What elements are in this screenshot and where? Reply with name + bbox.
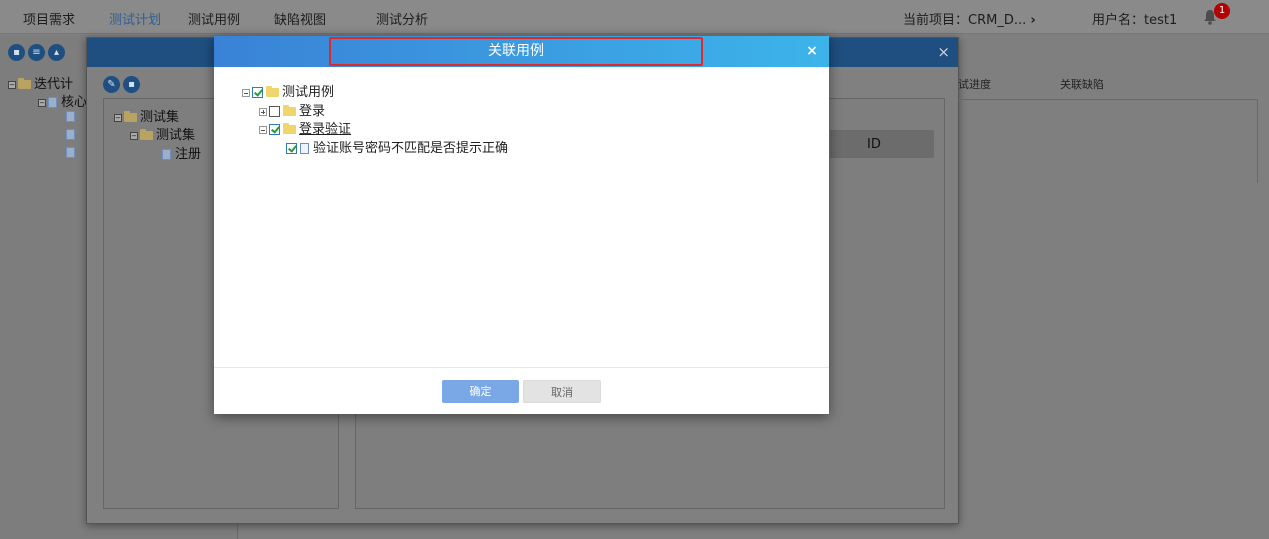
tree-node-label: 验证账号密码不匹配是否提示正确 bbox=[313, 141, 509, 156]
tree-node-label: 登录验证 bbox=[299, 122, 352, 137]
folder-icon bbox=[124, 111, 137, 122]
background-dialog-toolbar: ✎ ▪ bbox=[103, 76, 143, 93]
delete-icon[interactable]: ▪ bbox=[8, 44, 25, 61]
sidebar-tree-label: 核心 bbox=[61, 95, 88, 110]
current-project-label: 当前项目：CRM_D... bbox=[903, 13, 1027, 28]
chevron-right-icon: › bbox=[1030, 13, 1036, 28]
nav-item-analysis[interactable]: 测试分析 bbox=[376, 9, 428, 28]
modal-title: 关联用例 bbox=[329, 37, 703, 66]
tree-node-label: 登录 bbox=[299, 104, 326, 119]
collapse-icon[interactable]: − bbox=[38, 98, 46, 107]
bg-tree-label: 测试集 bbox=[140, 110, 180, 125]
folder-icon bbox=[266, 86, 279, 97]
checkbox-checked[interactable] bbox=[269, 124, 280, 135]
nav-item-requirements[interactable]: 项目需求 bbox=[23, 9, 75, 28]
tree-node-login-verify[interactable]: 登录验证 bbox=[259, 121, 351, 138]
top-navigation: 项目需求 测试计划 测试用例 缺陷视图 测试分析 当前项目：CRM_D... ›… bbox=[0, 0, 1269, 34]
sidebar-tree-item[interactable]: − 迭代计 bbox=[8, 73, 73, 92]
list-icon[interactable]: ≡ bbox=[28, 44, 45, 61]
document-icon bbox=[66, 147, 75, 158]
table-header-id: ID bbox=[830, 130, 934, 158]
tree-node-test-case[interactable]: 验证账号密码不匹配是否提示正确 bbox=[286, 140, 508, 157]
upload-icon[interactable]: ▴ bbox=[48, 44, 65, 61]
notification-badge: 1 bbox=[1214, 3, 1230, 19]
username-label: 用户名：test1 bbox=[1092, 13, 1178, 28]
document-icon bbox=[66, 111, 75, 122]
link-test-case-modal: 关联用例 × 测试用例 登录 登录验证 验证账号密码不匹配是否提示正确 确定 取… bbox=[214, 36, 829, 414]
tree-node-login[interactable]: 登录 bbox=[259, 103, 325, 120]
cancel-button[interactable]: 取消 bbox=[523, 380, 601, 403]
edit-icon[interactable]: ✎ bbox=[103, 76, 120, 93]
document-icon bbox=[300, 143, 309, 154]
collapse-icon[interactable]: − bbox=[130, 131, 138, 140]
modal-footer: 确定 取消 bbox=[214, 367, 829, 414]
close-icon[interactable]: × bbox=[937, 43, 950, 61]
collapse-icon[interactable]: − bbox=[114, 113, 122, 122]
nav-item-test-plan[interactable]: 测试计划 bbox=[109, 9, 161, 28]
close-icon[interactable]: × bbox=[804, 41, 820, 61]
sidebar-doc-icons bbox=[66, 111, 79, 158]
folder-icon bbox=[18, 78, 31, 89]
sidebar-toolbar: ▪ ≡ ▴ bbox=[8, 44, 68, 61]
bg-tree-item[interactable]: − 测试集 bbox=[130, 124, 195, 143]
current-project[interactable]: 当前项目：CRM_D... › bbox=[903, 9, 1036, 28]
background-table-frame bbox=[958, 99, 1258, 183]
plan-icon bbox=[48, 97, 57, 108]
tab-progress[interactable]: 试进度 bbox=[958, 76, 991, 92]
checkbox-unchecked[interactable] bbox=[269, 106, 280, 117]
nav-item-defects[interactable]: 缺陷视图 bbox=[274, 9, 326, 28]
modal-body: 测试用例 登录 登录验证 验证账号密码不匹配是否提示正确 bbox=[214, 67, 829, 367]
confirm-button[interactable]: 确定 bbox=[442, 380, 519, 403]
folder-icon bbox=[283, 123, 296, 134]
folder-icon bbox=[140, 129, 153, 140]
sidebar-tree-item[interactable]: − 核心 bbox=[38, 91, 87, 110]
document-icon bbox=[66, 129, 75, 140]
bg-tree-label: 测试集 bbox=[156, 128, 196, 143]
document-icon bbox=[162, 149, 171, 160]
sidebar-tree-label: 迭代计 bbox=[34, 77, 74, 92]
expand-icon[interactable] bbox=[259, 107, 267, 116]
collapse-icon[interactable] bbox=[259, 125, 267, 134]
bg-tree-label: 注册 bbox=[175, 147, 202, 162]
delete-icon[interactable]: ▪ bbox=[123, 76, 140, 93]
collapse-icon[interactable]: − bbox=[8, 80, 16, 89]
nav-item-test-cases[interactable]: 测试用例 bbox=[188, 9, 240, 28]
collapse-icon[interactable] bbox=[242, 88, 250, 97]
bg-tree-item[interactable]: − 测试集 bbox=[114, 106, 179, 125]
tab-linked-defects[interactable]: 关联缺陷 bbox=[1060, 76, 1104, 92]
folder-icon bbox=[283, 105, 296, 116]
checkbox-checked[interactable] bbox=[286, 143, 297, 154]
tree-node-label: 测试用例 bbox=[282, 85, 335, 100]
tree-node-root[interactable]: 测试用例 bbox=[242, 84, 334, 101]
bg-tree-item[interactable]: 注册 bbox=[162, 143, 201, 162]
checkbox-checked[interactable] bbox=[252, 87, 263, 98]
modal-header: 关联用例 × bbox=[214, 36, 829, 67]
